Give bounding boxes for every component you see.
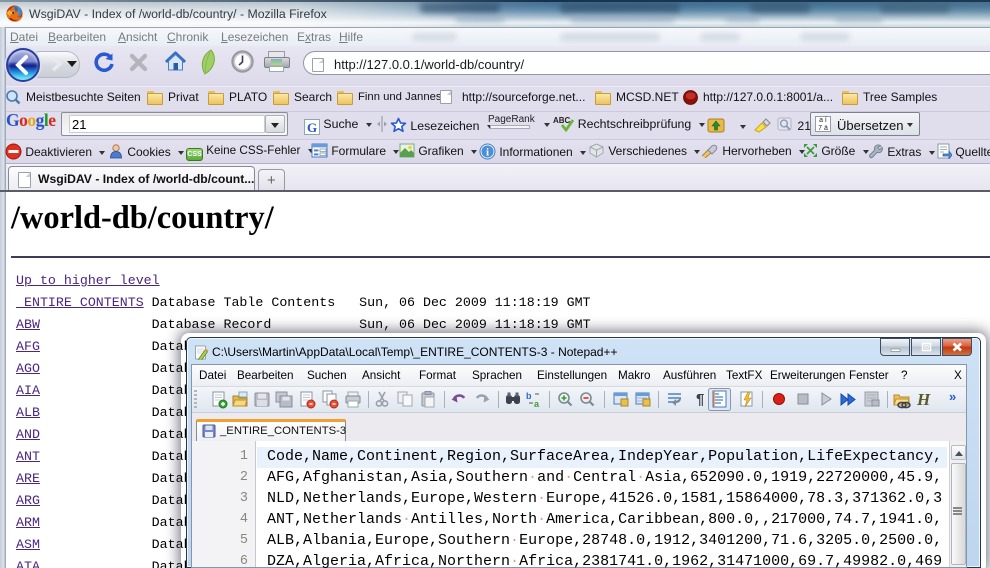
svg-text:b: b <box>526 391 532 401</box>
svg-text:i: i <box>486 147 489 159</box>
svg-text:a: a <box>534 399 540 409</box>
